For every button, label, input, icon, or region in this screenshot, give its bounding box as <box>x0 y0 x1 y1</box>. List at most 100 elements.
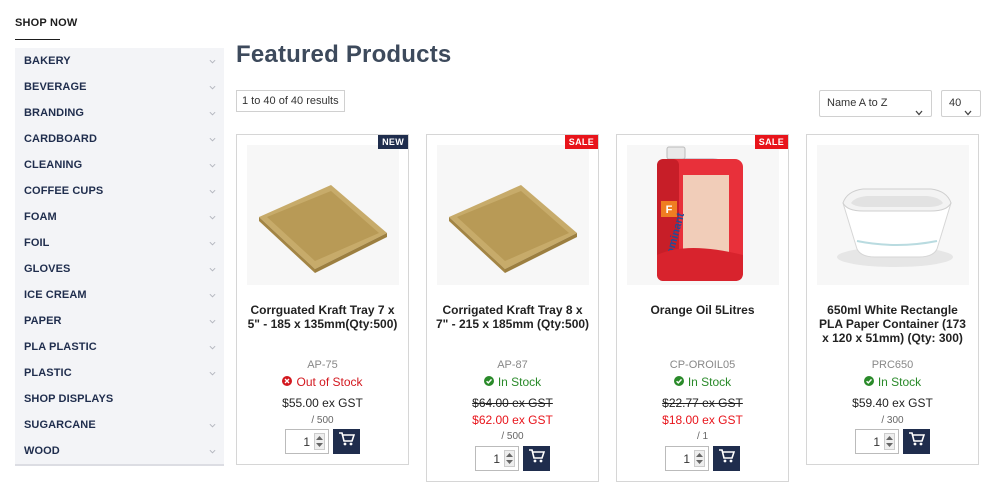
sale-price: $18.00 ex GST <box>662 413 743 427</box>
sidebar-item-shop-displays[interactable]: SHOP DISPLAYS <box>15 386 224 412</box>
stock-status: In Stock <box>617 375 788 389</box>
sidebar-item-cardboard[interactable]: CARDBOARD <box>15 126 224 152</box>
stock-status: Out of Stock <box>237 375 408 389</box>
chevron-down-icon[interactable] <box>209 422 216 429</box>
sidebar-item-label: BAKERY <box>24 55 71 67</box>
add-to-cart-button[interactable] <box>713 446 740 471</box>
sale-price: $62.00 ex GST <box>472 413 553 427</box>
add-to-cart-button[interactable] <box>903 429 930 454</box>
quantity-stepper[interactable]: 1 <box>665 446 709 471</box>
add-to-cart-row: 1 <box>617 446 788 471</box>
out-of-stock-icon <box>282 375 293 389</box>
sidebar-item-sugarcane[interactable]: SUGARCANE <box>15 412 224 438</box>
product-name[interactable]: 650ml White Rectangle PLA Paper Containe… <box>815 303 970 345</box>
product-card[interactable]: F Dominant SALE Orange Oil 5Litres CP-OR… <box>616 134 789 482</box>
original-price: $22.77 ex GST <box>662 396 743 410</box>
results-count: 1 to 40 of 40 results <box>236 90 345 112</box>
sidebar-item-coffee-cups[interactable]: COFFEE CUPS <box>15 178 224 204</box>
product-name[interactable]: Orange Oil 5Litres <box>625 303 780 317</box>
page-title: Featured Products <box>236 41 452 68</box>
sidebar-item-wood[interactable]: WOOD <box>15 438 224 464</box>
sidebar-item-label: PAPER <box>24 315 62 327</box>
chevron-down-icon[interactable] <box>209 162 216 169</box>
product-image[interactable] <box>437 145 589 285</box>
chevron-down-icon[interactable] <box>209 266 216 273</box>
chevron-down-icon[interactable] <box>209 240 216 247</box>
sidebar-item-label: CARDBOARD <box>24 133 98 145</box>
sidebar-item-branding[interactable]: BRANDING <box>15 100 224 126</box>
chevron-down-icon[interactable] <box>209 136 216 143</box>
product-image[interactable] <box>247 145 399 285</box>
svg-text:F: F <box>666 204 673 216</box>
sidebar-item-label: ICE CREAM <box>24 289 87 301</box>
check-circle-icon <box>863 375 874 389</box>
per-page-dropdown[interactable]: 40 <box>941 90 981 117</box>
quantity-stepper[interactable]: 1 <box>285 429 329 454</box>
product-sku: PRC650 <box>871 359 914 371</box>
spinner-arrows-icon[interactable] <box>694 450 705 467</box>
add-to-cart-button[interactable] <box>333 429 360 454</box>
chevron-down-icon <box>915 101 923 126</box>
heading-underline <box>15 39 60 40</box>
chevron-down-icon[interactable] <box>209 110 216 117</box>
product-name[interactable]: Corrguated Kraft Tray 7 x 5" - 185 x 135… <box>245 303 400 331</box>
sidebar-item-label: CLEANING <box>24 159 83 171</box>
sort-dropdown[interactable]: Name A to Z <box>819 90 932 117</box>
chevron-down-icon[interactable] <box>209 292 216 299</box>
sidebar-item-label: BEVERAGE <box>24 81 87 93</box>
sort-selected-value: Name A to Z <box>827 97 888 109</box>
product-sku: CP-OROIL05 <box>669 359 736 371</box>
product-sku: AP-87 <box>497 359 528 371</box>
product-card[interactable]: SALE Corrigated Kraft Tray 8 x 7" - 215 … <box>426 134 599 482</box>
product-image[interactable] <box>817 145 969 285</box>
stock-label: In Stock <box>687 375 732 389</box>
sidebar-item-label: SHOP DISPLAYS <box>24 393 114 405</box>
chevron-down-icon[interactable] <box>209 318 216 325</box>
spinner-arrows-icon[interactable] <box>504 450 515 467</box>
category-list: BAKERY BEVERAGE BRANDING CARDBOARD CLEAN… <box>15 48 224 466</box>
product-card[interactable]: NEW Corrguated Kraft Tray 7 x 5" - 185 x… <box>236 134 409 465</box>
product-card[interactable]: 650ml White Rectangle PLA Paper Containe… <box>806 134 979 465</box>
quantity-stepper[interactable]: 1 <box>855 429 899 454</box>
add-to-cart-row: 1 <box>427 446 598 471</box>
sidebar-item-label: COFFEE CUPS <box>24 185 104 197</box>
unit-quantity: / 500 <box>501 431 524 442</box>
chevron-down-icon[interactable] <box>209 448 216 455</box>
sidebar-item-bakery[interactable]: BAKERY <box>15 48 224 74</box>
sidebar-item-plastic[interactable]: PLASTIC <box>15 360 224 386</box>
sale-badge: SALE <box>754 135 788 149</box>
sidebar-item-foil[interactable]: FOIL <box>15 230 224 256</box>
chevron-down-icon[interactable] <box>209 84 216 91</box>
sidebar-item-label: GLOVES <box>24 263 71 275</box>
sidebar-item-gloves[interactable]: GLOVES <box>15 256 224 282</box>
sidebar-heading: SHOP NOW <box>15 17 78 29</box>
chevron-down-icon <box>964 101 972 126</box>
chevron-down-icon[interactable] <box>209 214 216 221</box>
sidebar-item-paper[interactable]: PAPER <box>15 308 224 334</box>
sidebar-item-beverage[interactable]: BEVERAGE <box>15 74 224 100</box>
add-to-cart-row: 1 <box>807 429 978 454</box>
sidebar-item-cleaning[interactable]: CLEANING <box>15 152 224 178</box>
stock-status: In Stock <box>427 375 598 389</box>
product-image[interactable]: F Dominant <box>627 145 779 285</box>
sidebar-item-label: BRANDING <box>24 107 85 119</box>
quantity-stepper[interactable]: 1 <box>475 446 519 471</box>
kraft-tray-image <box>437 145 589 285</box>
sale-badge: SALE <box>564 135 598 149</box>
chevron-down-icon[interactable] <box>209 370 216 377</box>
cart-icon <box>908 432 925 451</box>
spinner-arrows-icon[interactable] <box>314 433 325 450</box>
sidebar-item-label: PLA PLASTIC <box>24 341 97 353</box>
add-to-cart-button[interactable] <box>523 446 550 471</box>
sidebar-item-pla-plastic[interactable]: PLA PLASTIC <box>15 334 224 360</box>
sidebar-item-foam[interactable]: FOAM <box>15 204 224 230</box>
stock-label: In Stock <box>877 375 922 389</box>
sidebar: SHOP NOW BAKERY BEVERAGE BRANDING CARDBO… <box>15 0 224 466</box>
spinner-arrows-icon[interactable] <box>884 433 895 450</box>
sidebar-item-ice-cream[interactable]: ICE CREAM <box>15 282 224 308</box>
sidebar-item-label: FOAM <box>24 211 57 223</box>
product-name[interactable]: Corrigated Kraft Tray 8 x 7" - 215 x 185… <box>435 303 590 331</box>
chevron-down-icon[interactable] <box>209 188 216 195</box>
chevron-down-icon[interactable] <box>209 344 216 351</box>
chevron-down-icon[interactable] <box>209 58 216 65</box>
